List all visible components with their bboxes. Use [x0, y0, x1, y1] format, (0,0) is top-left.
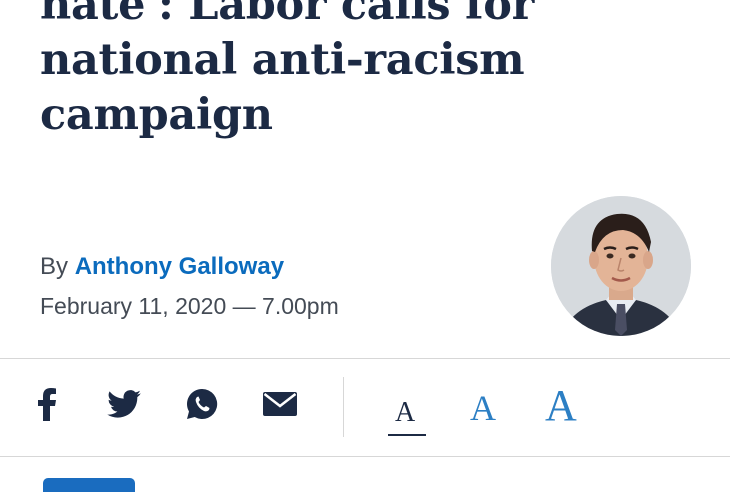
byline: By Anthony Galloway	[40, 253, 284, 281]
divider-bottom	[0, 456, 730, 457]
author-link[interactable]: Anthony Galloway	[75, 253, 284, 280]
divider-top	[0, 358, 730, 359]
font-size-selected-indicator	[388, 434, 426, 436]
font-size-medium-button[interactable]: A	[470, 390, 496, 426]
article-headline: hate': Labor calls for national anti-rac…	[40, 0, 534, 140]
twitter-icon	[107, 389, 141, 423]
whatsapp-icon	[185, 387, 219, 426]
email-share-button[interactable]	[260, 386, 300, 426]
publish-date: February 11, 2020 — 7.00pm	[40, 293, 339, 319]
facebook-icon	[37, 387, 57, 426]
whatsapp-share-button[interactable]	[182, 386, 222, 426]
font-size-large-button[interactable]: A	[545, 384, 577, 428]
font-size-small-button[interactable]: A	[395, 399, 415, 427]
twitter-share-button[interactable]	[104, 386, 144, 426]
share-divider	[343, 377, 344, 437]
email-icon	[263, 391, 297, 421]
section-tag[interactable]	[43, 478, 135, 492]
author-avatar	[551, 196, 691, 336]
byline-prefix: By	[40, 253, 69, 280]
facebook-share-button[interactable]	[27, 386, 67, 426]
